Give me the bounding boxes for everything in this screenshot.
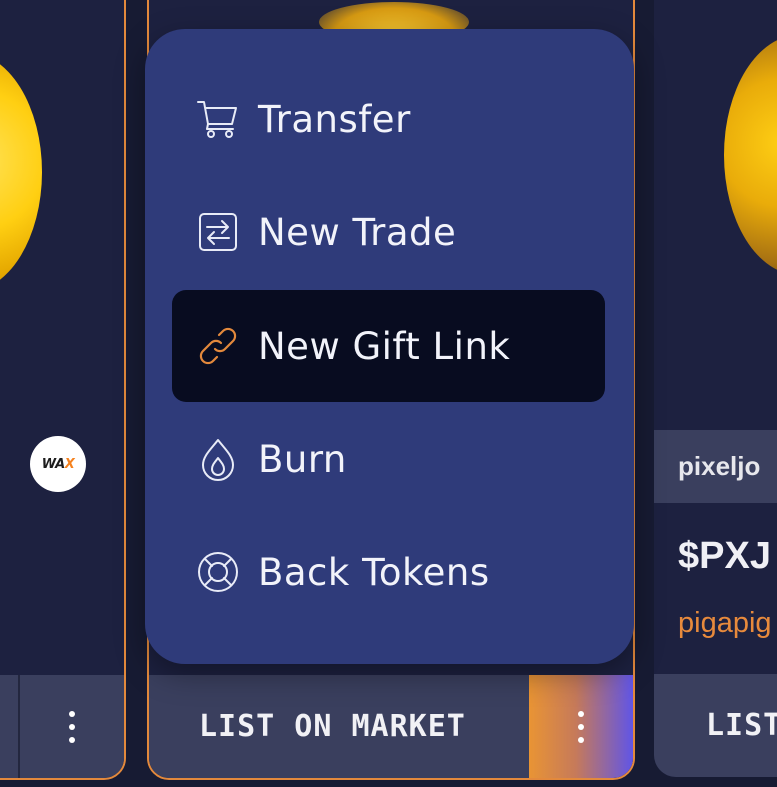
flame-icon: [194, 435, 242, 483]
card-right-list-button[interactable]: LIST: [654, 674, 777, 777]
card-left-more-button[interactable]: [20, 675, 124, 778]
menu-item-label: New Trade: [258, 210, 457, 254]
menu-item-transfer[interactable]: Transfer: [172, 63, 605, 175]
author-name[interactable]: pigapig: [678, 607, 772, 640]
menu-item-new-gift-link[interactable]: New Gift Link: [172, 290, 605, 402]
menu-item-label: Burn: [258, 437, 347, 481]
asset-card-right[interactable]: pixeljo $PXJ pigapig LIST: [654, 0, 777, 777]
swap-icon: [194, 208, 242, 256]
menu-item-label: New Gift Link: [258, 324, 511, 368]
asset-actions-menu: Transfer New Trade New Gift Link Burn Ba…: [145, 29, 634, 664]
more-vertical-icon: [578, 710, 584, 743]
card-left-actions: [0, 675, 124, 778]
coin-image-left: [0, 52, 42, 292]
lifebuoy-icon: [194, 548, 242, 596]
menu-item-label: Back Tokens: [258, 550, 490, 594]
list-on-market-button[interactable]: LIST ON MARKET: [149, 675, 529, 778]
cart-icon: [194, 95, 242, 143]
link-icon: [194, 322, 242, 370]
menu-item-burn[interactable]: Burn: [172, 403, 605, 515]
menu-item-label: Transfer: [258, 97, 411, 141]
menu-item-back-tokens[interactable]: Back Tokens: [172, 516, 605, 628]
coin-image-right: [724, 35, 777, 275]
menu-item-new-trade[interactable]: New Trade: [172, 176, 605, 288]
more-vertical-icon: [69, 710, 75, 743]
more-options-button[interactable]: [529, 675, 633, 778]
collection-tag[interactable]: pixeljo: [654, 430, 777, 503]
wax-logo-icon: WA X: [30, 436, 86, 492]
token-symbol: $PXJ: [678, 535, 771, 577]
asset-card-left[interactable]: WA X: [0, 0, 126, 780]
card-middle-actions: LIST ON MARKET: [149, 675, 633, 778]
card-left-list-button[interactable]: [0, 675, 20, 778]
